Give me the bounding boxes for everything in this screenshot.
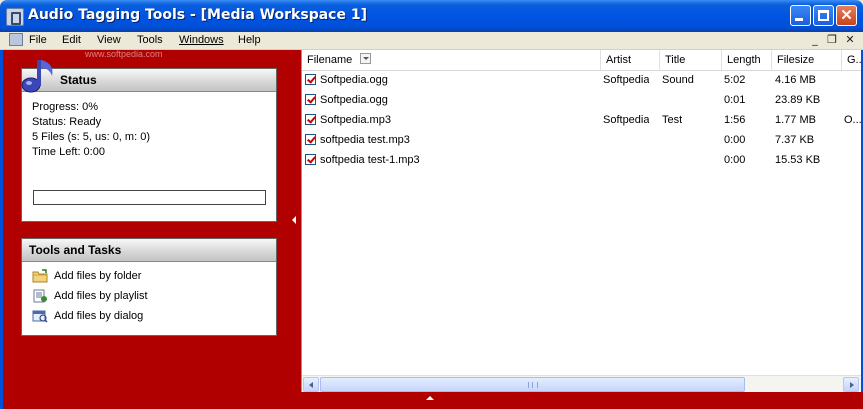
cell-filename: softpedia test-1.mp3 [320,154,420,166]
music-note-icon [21,60,53,93]
folder-icon [32,269,48,283]
window-title: Audio Tagging Tools - [Media Workspace 1… [28,7,367,23]
app-icon[interactable] [6,8,24,26]
file-list-view[interactable]: Filename Artist Title Length Filesize G.… [301,50,863,393]
status-files: 5 Files (s: 5, us: 0, m: 0) [32,131,150,143]
minimize-button[interactable] [790,5,811,26]
cell-length: 5:02 [724,74,746,86]
column-dropdown-icon[interactable] [360,53,372,64]
grip-icon [528,382,538,388]
menu-windows[interactable]: Windows [179,34,224,46]
window-title-bar[interactable]: Audio Tagging Tools - [Media Workspace 1… [0,0,863,32]
cell-filename: Softpedia.mp3 [320,114,391,126]
column-artist[interactable]: Artist [601,50,660,70]
cell-filename: softpedia test.mp3 [320,134,410,146]
watermark: www.softpedia.com [85,49,163,59]
document-icon[interactable] [9,33,23,46]
tools-tasks-box: Tools and Tasks Add files by folder Add … [21,238,277,336]
status-time-left: Time Left: 0:00 [32,146,105,158]
mdi-close-button[interactable]: ✕ [843,33,857,47]
cell-genre: O... [844,114,861,126]
cell-artist: Softpedia [603,114,650,126]
cell-filename: Softpedia.ogg [320,74,388,86]
cell-filename: Softpedia.ogg [320,94,388,106]
cell-filesize: 7.37 KB [775,134,815,146]
table-row[interactable]: Softpedia.mp3 Softpedia Test 1:56 1.77 M… [302,110,861,130]
column-filename[interactable]: Filename [302,50,601,70]
status-state: Status: Ready [32,116,102,128]
cell-filesize: 4.16 MB [775,74,816,86]
scroll-right-button[interactable] [843,377,859,392]
maximize-button[interactable] [813,5,834,26]
add-files-by-playlist-label: Add files by playlist [54,290,148,302]
task-panel: www.softpedia.com Status Progress: 0% St… [0,49,301,409]
column-genre[interactable]: G... [842,50,861,70]
column-filesize[interactable]: Filesize [772,50,842,70]
table-row[interactable]: softpedia test-1.mp3 0:00 15.53 KB [302,150,861,170]
cell-title: Test [662,114,683,126]
tools-tasks-title: Tools and Tasks [29,243,122,257]
add-files-by-playlist-link[interactable]: Add files by playlist [22,286,276,306]
row-checkbox[interactable] [305,114,316,125]
scrollbar-thumb[interactable] [320,377,745,392]
add-files-by-folder-link[interactable]: Add files by folder [22,266,276,286]
add-files-by-dialog-link[interactable]: Add files by dialog [22,306,276,326]
row-checkbox[interactable] [305,74,316,85]
maximize-icon [818,10,829,21]
close-icon: ✕ [840,7,853,24]
table-row[interactable]: Softpedia.ogg 0:01 23.89 KB [302,90,861,110]
cell-length: 0:01 [724,94,746,106]
menu-view[interactable]: View [97,34,121,46]
menu-file[interactable]: File [29,34,47,46]
column-filename-label: Filename [307,54,353,66]
playlist-icon [33,289,47,303]
table-row[interactable]: Softpedia.ogg Softpedia Sound 5:02 4.16 … [302,70,861,90]
cell-length: 1:56 [724,114,746,126]
arrow-right-icon [850,382,854,388]
add-files-by-dialog-label: Add files by dialog [54,310,144,322]
row-checkbox[interactable] [305,134,316,145]
list-header: Filename Artist Title Length Filesize G.… [302,50,861,71]
dialog-icon [32,310,48,323]
menu-tools[interactable]: Tools [137,34,163,46]
minimize-icon [795,18,803,21]
status-box: Status Progress: 0% Status: Ready 5 File… [21,60,277,222]
cell-filesize: 15.53 KB [775,154,821,166]
table-row[interactable]: softpedia test.mp3 0:00 7.37 KB [302,130,861,150]
cell-filesize: 1.77 MB [775,114,816,126]
scroll-left-button[interactable] [303,377,319,392]
cell-length: 0:00 [724,134,746,146]
tools-tasks-header: Tools and Tasks [22,239,276,262]
status-title: Status [60,73,97,87]
arrow-left-icon [309,382,313,388]
column-title[interactable]: Title [660,50,722,70]
row-checkbox[interactable] [305,94,316,105]
collapse-panel-left-arrow-icon[interactable] [292,216,296,224]
cell-artist: Softpedia [603,74,650,86]
status-progress: Progress: 0% [32,101,99,113]
mdi-restore-button[interactable]: ❐ [825,33,839,47]
close-button[interactable]: ✕ [836,5,857,26]
menu-bar: File Edit View Tools Windows Help _ ❐ ✕ [0,32,863,50]
bottom-panel-bar [301,392,863,409]
cell-length: 0:00 [724,154,746,166]
add-files-by-folder-label: Add files by folder [54,270,142,282]
row-checkbox[interactable] [305,154,316,165]
status-header: Status [22,69,276,92]
column-length[interactable]: Length [722,50,772,70]
progress-bar [33,190,266,205]
menu-edit[interactable]: Edit [62,34,81,46]
expand-panel-up-arrow-icon[interactable] [426,396,434,400]
cell-title: Sound [662,74,694,86]
mdi-minimize-button[interactable]: _ [808,33,822,47]
cell-filesize: 23.89 KB [775,94,821,106]
horizontal-scrollbar[interactable] [302,375,861,393]
menu-help[interactable]: Help [238,34,261,46]
